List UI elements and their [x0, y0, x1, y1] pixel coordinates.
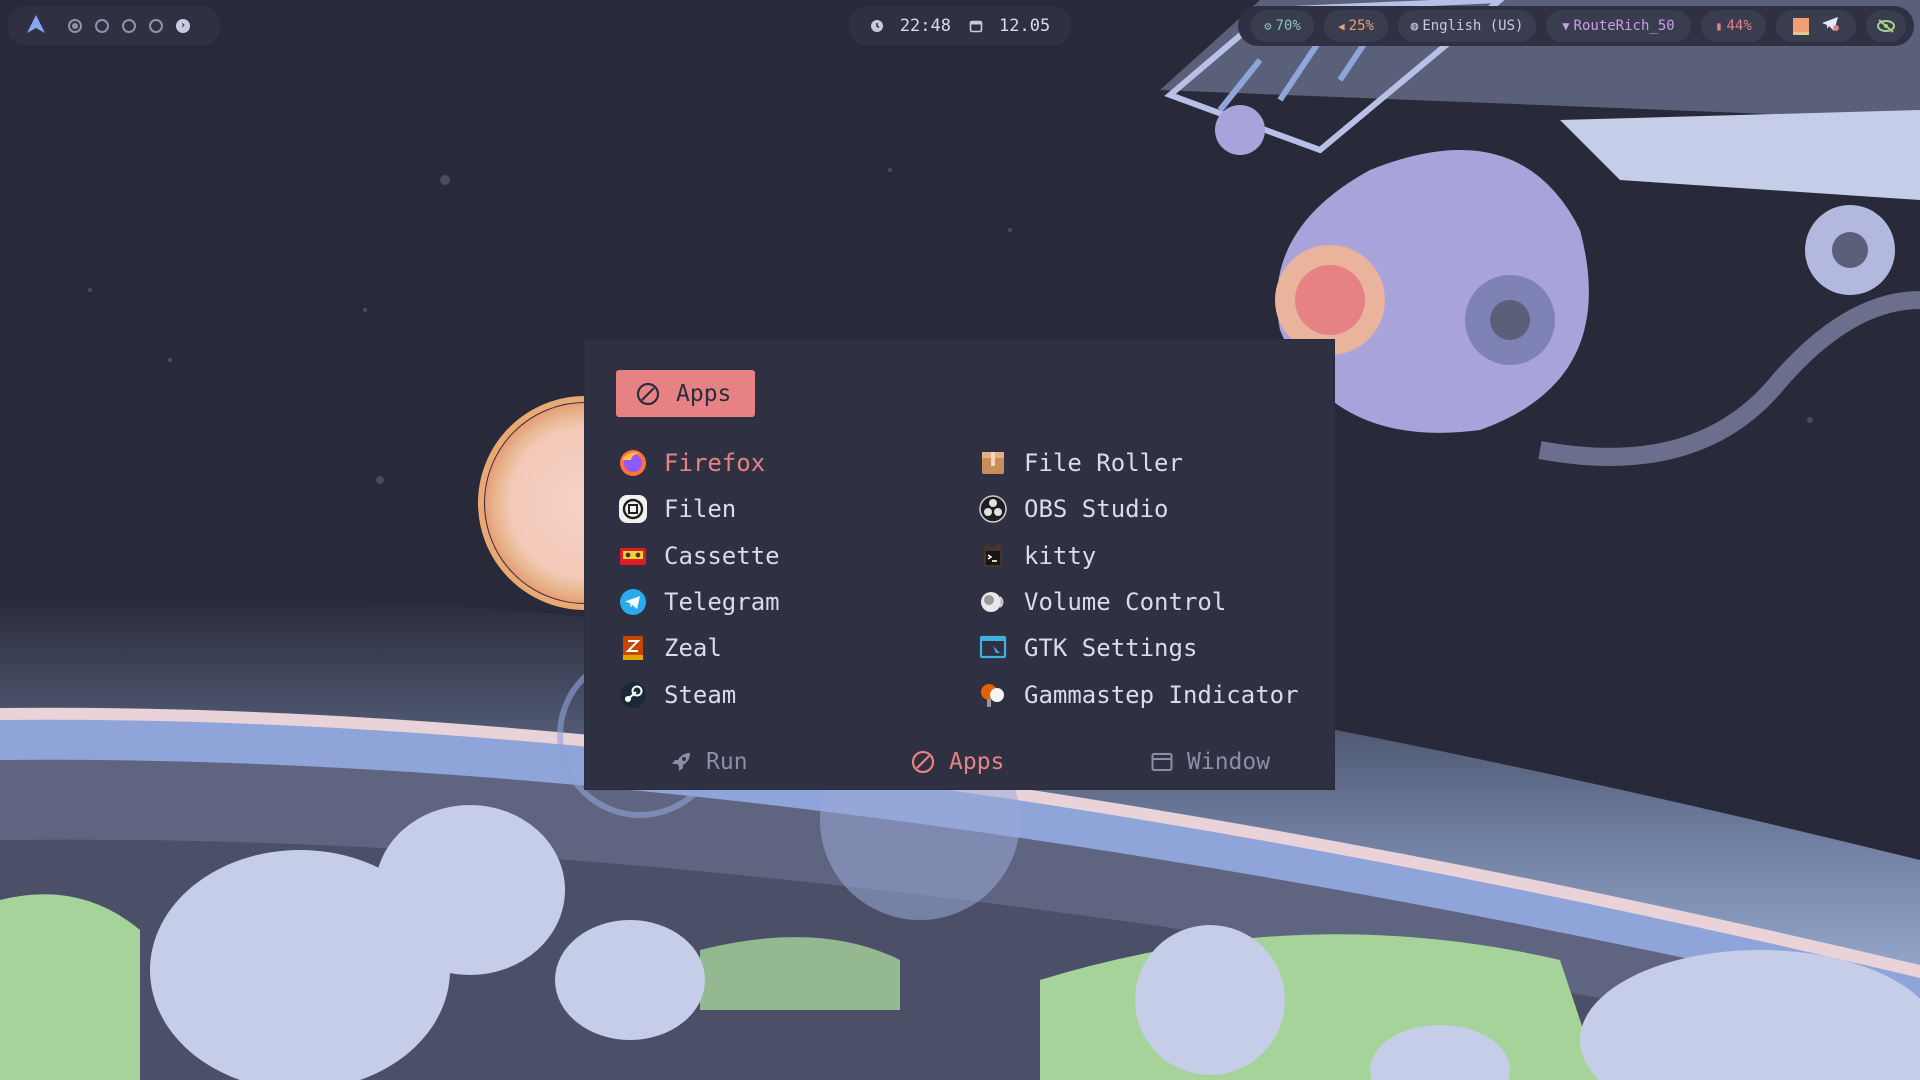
run-mode-label: Run — [706, 749, 748, 775]
cpu-value: 70% — [1275, 18, 1301, 34]
clock-icon — [870, 20, 883, 32]
app-label: Steam — [664, 680, 737, 709]
app-item-obs-studio[interactable]: OBS Studio — [978, 486, 1299, 532]
app-launcher: Apps Firefox Filen Cassette Telegram Zea… — [585, 340, 1334, 789]
app-item-cassette[interactable]: Cassette — [618, 533, 780, 579]
run-mode-button[interactable]: Run — [670, 740, 748, 784]
apps-mode-icon — [636, 382, 660, 405]
volume-value: 25% — [1348, 18, 1374, 34]
privacy-toggle[interactable] — [1866, 10, 1906, 42]
workspace-2-button[interactable] — [95, 19, 109, 33]
arch-logo-icon[interactable] — [26, 14, 46, 38]
zeal-icon — [618, 633, 648, 663]
app-item-zeal[interactable]: Zeal — [618, 625, 780, 671]
network-name: RouteRich_50 — [1573, 18, 1675, 34]
app-label: kitty — [1024, 541, 1097, 570]
keyboard-layout-widget[interactable]: ◍ English (US) — [1398, 10, 1536, 42]
app-label: File Roller — [1024, 449, 1183, 478]
workspace-bar: › — [8, 6, 220, 46]
app-label: Volume Control — [1024, 588, 1227, 617]
cpu-icon: ⚙ — [1264, 19, 1272, 33]
time-text: 22:48 — [899, 16, 951, 36]
apps-mode-label: Apps — [949, 749, 1005, 775]
kitty-icon — [978, 541, 1008, 571]
globe-icon: ◍ — [1410, 18, 1419, 34]
app-item-filen[interactable]: Filen — [618, 486, 780, 532]
app-item-gtk-settings[interactable]: GTK Settings — [978, 625, 1299, 671]
battery-value: 44% — [1726, 18, 1752, 34]
telegram-icon — [618, 587, 648, 617]
app-item-steam[interactable]: Steam — [618, 671, 780, 717]
mode-switcher: Run Apps Window — [585, 740, 1334, 784]
app-item-gammastep-indicator[interactable]: Gammastep Indicator — [978, 671, 1299, 717]
gammastep-icon — [978, 680, 1008, 710]
window-mode-button[interactable]: Window — [1151, 740, 1270, 784]
date-display: 12.05 — [969, 16, 1050, 36]
mode-indicator: Apps — [616, 370, 755, 417]
apps-mode-button[interactable]: Apps — [911, 740, 1004, 784]
rocket-icon — [672, 753, 690, 771]
cassette-icon — [618, 541, 648, 571]
app-list-left: Firefox Filen Cassette Telegram Zeal Ste… — [618, 440, 780, 718]
window-mode-label: Window — [1187, 749, 1271, 775]
clock-widget: 22:48 12.05 — [849, 6, 1071, 46]
app-item-kitty[interactable]: kitty — [978, 533, 1299, 579]
workspace-4-button[interactable] — [149, 19, 163, 33]
volume-icon: ◀ — [1338, 19, 1345, 33]
app-item-volume-control[interactable]: Volume Control — [978, 579, 1299, 625]
app-label: Filen — [664, 495, 737, 524]
volume-widget[interactable]: ◀ 25% — [1324, 10, 1388, 42]
wifi-icon: ▼ — [1562, 19, 1570, 33]
app-item-file-roller[interactable]: File Roller — [978, 440, 1299, 486]
window-icon — [1151, 753, 1173, 771]
calendar-icon — [969, 20, 983, 33]
tray-apps — [1776, 10, 1856, 42]
time-display: 22:48 — [870, 16, 951, 36]
mode-label: Apps — [676, 380, 732, 407]
battery-icon: ▮ — [1715, 19, 1723, 33]
cpu-widget[interactable]: ⚙ 70% — [1251, 10, 1314, 42]
gtk-settings-icon — [978, 633, 1008, 663]
app-label: Cassette — [664, 541, 780, 570]
app-label: Zeal — [664, 634, 722, 663]
obs-icon — [978, 494, 1008, 524]
app-label: OBS Studio — [1024, 495, 1169, 524]
telegram-tray-icon[interactable] — [1821, 16, 1839, 36]
filen-icon — [618, 494, 648, 524]
eye-slash-icon — [1877, 19, 1895, 33]
app-list-right: File Roller OBS Studio kitty Volume Cont… — [978, 440, 1299, 718]
next-workspace-icon[interactable]: › — [176, 19, 190, 33]
app-label: Gammastep Indicator — [1024, 680, 1299, 709]
volume-control-icon — [978, 587, 1008, 617]
date-text: 12.05 — [999, 16, 1051, 36]
app-item-firefox[interactable]: Firefox — [618, 440, 780, 486]
firefox-icon — [618, 448, 648, 478]
workspace-1-button[interactable] — [68, 19, 82, 33]
app-label: GTK Settings — [1024, 634, 1198, 663]
network-widget[interactable]: ▼ RouteRich_50 — [1546, 10, 1691, 42]
workspace-3-button[interactable] — [122, 19, 136, 33]
app-item-telegram[interactable]: Telegram — [618, 579, 780, 625]
app-label: Telegram — [664, 588, 780, 617]
tray-app-icon[interactable] — [1793, 17, 1809, 35]
battery-widget[interactable]: ▮ 44% — [1701, 10, 1766, 42]
keyboard-layout-value: English (US) — [1422, 18, 1524, 34]
app-label: Firefox — [664, 449, 766, 478]
steam-icon — [618, 680, 648, 710]
archive-icon — [978, 448, 1008, 478]
apps-icon — [911, 750, 935, 774]
